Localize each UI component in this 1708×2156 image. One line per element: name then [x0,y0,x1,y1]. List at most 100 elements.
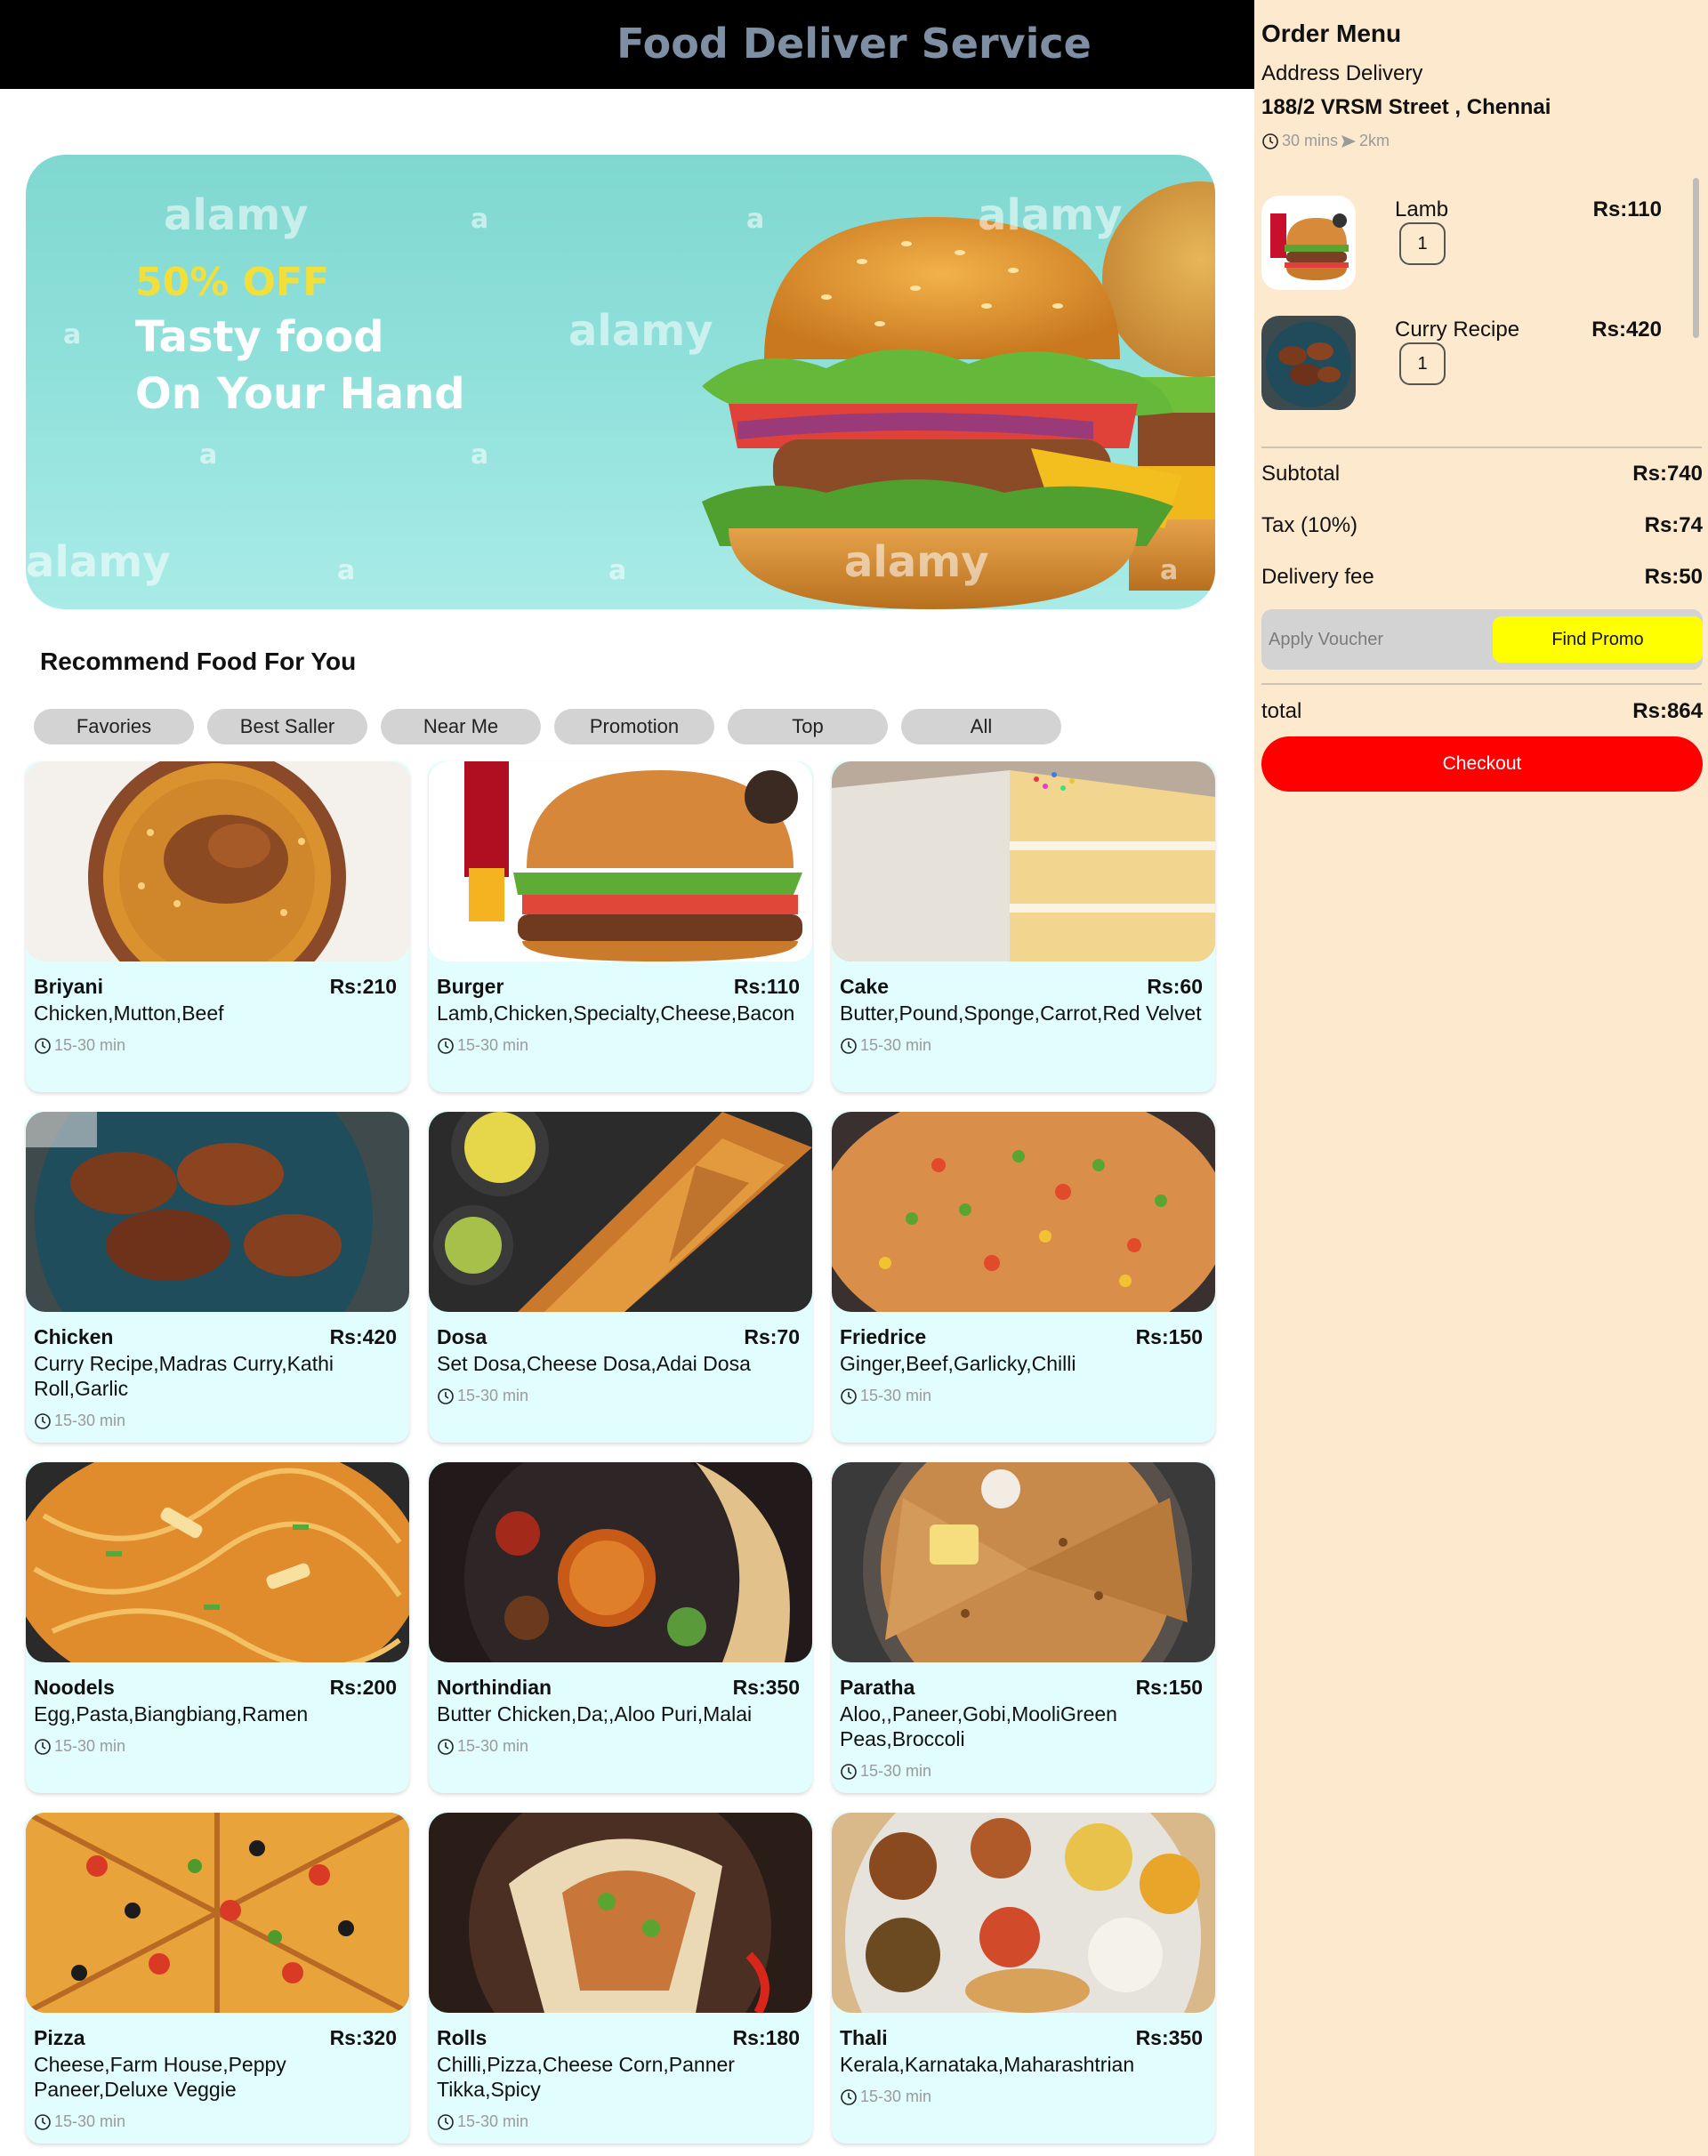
total-label: total [1261,699,1302,723]
tax-row: Tax (10%) Rs:74 [1261,513,1703,538]
delivery-eta: 30 mins [1282,132,1339,149]
find-promo-button[interactable]: Find Promo [1493,616,1703,663]
order-list[interactable]: Lamb Rs:110 1 Curry Recipe Rs:420 1 [1254,187,1708,418]
delivery-address[interactable]: 188/2 VRSM Street , Chennai [1261,95,1551,120]
food-card-header: Burger Rs:110 [429,975,812,999]
noodles-image [26,1462,409,1662]
food-price: Rs:210 [329,975,397,998]
food-name: Rolls [437,2026,487,2049]
dosa-image [429,1112,812,1312]
food-card[interactable]: Paratha Rs:150 Aloo,,Paneer,Gobi,MooliGree… [832,1462,1215,1793]
food-card[interactable]: Briyani Rs:210 Chicken,Mutton,Beef 15-30 mi… [26,761,409,1092]
food-time-text: 15-30 min [860,2088,932,2105]
order-item: Lamb Rs:110 1 [1261,190,1680,290]
food-description: Curry Recipe,Madras Curry,Kathi Roll,Gar… [34,1352,334,1400]
rolls-image [429,1813,812,2013]
cake-image [832,761,1215,961]
quantity-field[interactable]: 1 [1399,342,1446,385]
clock-icon [35,1037,51,1054]
banner-line-2: On Your Hand [135,369,465,419]
food-card[interactable]: Noodels Rs:200 Egg,Pasta,Biangbiang,Ramen 1… [26,1462,409,1793]
food-card-header: Thali Rs:350 [832,2026,1215,2050]
filter-best-seller[interactable]: Best Saller [207,709,367,744]
food-price: Rs:60 [1147,975,1203,998]
food-description: Aloo,,Paneer,Gobi,MooliGreen Peas,Brocco… [840,1702,1117,1750]
food-name: Dosa [437,1325,487,1348]
address-label: Address Delivery [1261,61,1423,85]
section-title: Recommend Food For You [40,648,357,675]
food-card-header: Dosa Rs:70 [429,1325,812,1349]
burger-image [429,761,812,961]
north-indian-image [429,1462,812,1662]
paratha-image [832,1462,1215,1662]
order-item-price: Rs:110 [1592,197,1662,221]
food-card[interactable]: Northindian Rs:350 Butter Chicken,Da;,Aloo… [429,1462,812,1793]
clock-icon [438,1037,454,1054]
food-card-header: Chicken Rs:420 [26,1325,409,1349]
checkout-button[interactable]: Checkout [1261,736,1703,792]
food-card[interactable]: Chicken Rs:420 Curry Recipe,Madras Curry,K… [26,1112,409,1443]
food-price: Rs:70 [744,1325,800,1348]
clock-icon [841,1763,857,1780]
food-card-header: Pizza Rs:320 [26,2026,409,2050]
food-card-header: Rolls Rs:180 [429,2026,812,2050]
quantity-field[interactable]: 1 [1399,222,1446,265]
delivery-fee-label: Delivery fee [1261,565,1374,589]
clock-icon [35,2113,51,2130]
food-price: Rs:150 [1135,1676,1203,1699]
food-delivery-time: 15-30 min [26,1412,409,1430]
order-panel: Order Menu Address Delivery 188/2 VRSM S… [1254,0,1708,2156]
food-delivery-time: 15-30 min [26,2112,409,2131]
food-card[interactable]: Rolls Rs:180 Chilli,Pizza,Cheese Corn,Pann… [429,1813,812,2144]
food-name: Friedrice [840,1325,927,1348]
food-delivery-time: 15-30 min [429,2112,812,2131]
filter-chips: Favories Best Saller Near Me Promotion T… [34,709,1061,744]
food-time-text: 15-30 min [860,1762,932,1780]
food-delivery-time: 15-30 min [26,1737,409,1756]
food-card[interactable]: Pizza Rs:320 Cheese,Farm House,Peppy Panee… [26,1813,409,2144]
filter-promotion[interactable]: Promotion [554,709,714,744]
filter-favorites[interactable]: Favories [34,709,194,744]
food-name: Thali [840,2026,888,2049]
thali-image [832,1813,1215,2013]
food-time-text: 15-30 min [457,2112,529,2130]
banner-line-1: Tasty food [135,312,384,362]
food-description: Lamb,Chicken,Specialty,Cheese,Bacon [437,1002,795,1025]
filter-near-me[interactable]: Near Me [381,709,541,744]
promo-banner[interactable]: alamy a a alamy a alamy a a alamy a a al… [26,155,1215,609]
divider [1261,446,1702,448]
food-delivery-time: 15-30 min [26,1036,409,1055]
filter-top[interactable]: Top [728,709,888,744]
food-price: Rs:180 [732,2026,800,2049]
clock-icon [35,1738,51,1755]
lamb-thumbnail [1261,196,1356,290]
chicken-image [26,1112,409,1312]
delivery-distance: 2km [1359,132,1390,149]
voucher-input[interactable] [1261,609,1475,670]
food-card-header: Briyani Rs:210 [26,975,409,999]
food-card[interactable]: Thali Rs:350 Kerala,Karnataka,Maharashtria… [832,1813,1215,2144]
food-price: Rs:350 [1135,2026,1203,2049]
food-card[interactable]: Cake Rs:60 Butter,Pound,Sponge,Carrot,Red … [832,761,1215,1092]
tax-value: Rs:74 [1644,513,1703,537]
food-card[interactable]: Friedrice Rs:150 Ginger,Beef,Garlicky,Chil… [832,1112,1215,1443]
delivery-meta: 30 mins 2km [1261,132,1390,150]
order-list-scrollbar[interactable] [1693,178,1699,338]
divider [1261,683,1702,685]
food-time-text: 15-30 min [457,1036,529,1054]
order-title: Order Menu [1261,20,1402,47]
banner-text: 50% OFF Tasty food On Your Hand [135,260,465,419]
order-item-price: Rs:420 [1591,318,1662,342]
food-card[interactable]: Dosa Rs:70 Set Dosa,Cheese Dosa,Adai Dosa 1… [429,1112,812,1443]
food-delivery-time: 15-30 min [429,1387,812,1405]
main-content: Food Deliver Service alamy a a alamy a a… [0,0,1254,2156]
food-card[interactable]: Burger Rs:110 Lamb,Chicken,Specialty,Chees… [429,761,812,1092]
food-description: Butter Chicken,Da;,Aloo Puri,Malai [437,1702,753,1726]
food-price: Rs:320 [329,2026,397,2049]
order-item-name: Lamb [1395,197,1449,221]
clock-icon [841,1388,857,1404]
curry-recipe-thumbnail [1261,316,1356,410]
delivery-fee-row: Delivery fee Rs:50 [1261,565,1703,590]
filter-all[interactable]: All [901,709,1061,744]
delivery-fee-value: Rs:50 [1644,565,1703,589]
